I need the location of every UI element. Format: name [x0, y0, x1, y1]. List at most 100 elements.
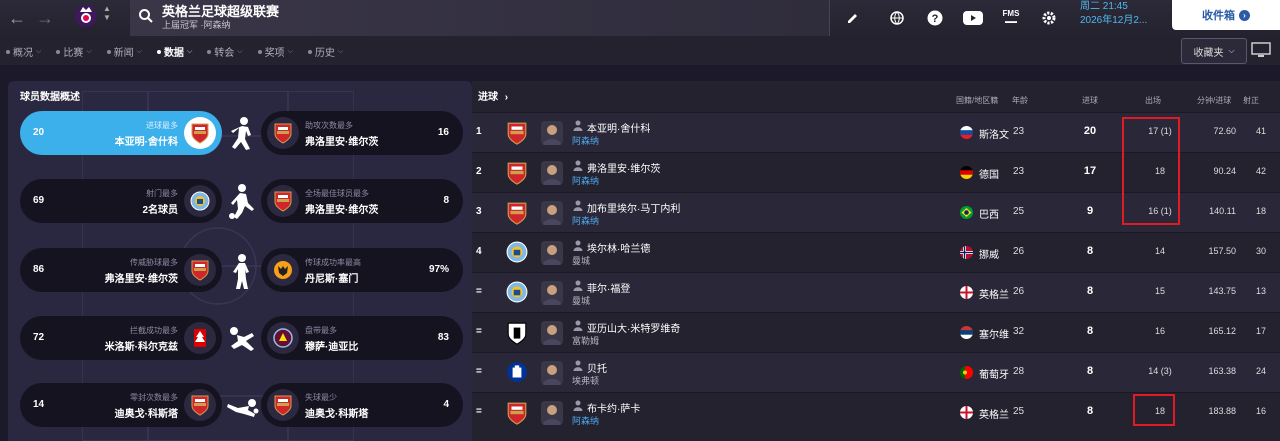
- scorers-title-label: 进球: [478, 92, 498, 103]
- player-club[interactable]: 曼城: [572, 294, 590, 307]
- player-name[interactable]: 贝托: [587, 360, 607, 375]
- table-row[interactable]: = 贝托 埃弗顿 葡萄牙 28 8 14 (3) 163.38 24: [472, 352, 1280, 392]
- stat-card-8[interactable]: 14 零封次数最多 迪奥戈·科斯塔: [20, 383, 222, 427]
- player-club[interactable]: 富勒姆: [572, 334, 599, 347]
- table-row[interactable]: = 亚历山大·米特罗维奇 富勒姆 塞尔维 32 8 16 165.12 17: [472, 312, 1280, 352]
- stat-card-3[interactable]: 8 全场最佳球员最多 弗洛里安·维尔茨: [261, 179, 463, 223]
- player-name[interactable]: 本亚明·舍什科: [587, 120, 650, 135]
- tab-dot-icon: [6, 49, 10, 54]
- arsenal-crest-icon[interactable]: [506, 161, 528, 185]
- header-apps[interactable]: 出场: [1145, 95, 1161, 106]
- nation[interactable]: 斯洛文: [979, 126, 1009, 141]
- arsenal-crest-icon: [184, 389, 216, 421]
- everton-crest-icon[interactable]: [506, 361, 528, 385]
- mancity-crest-icon[interactable]: [506, 241, 528, 265]
- tab-3[interactable]: 数据 ⌵: [156, 44, 192, 59]
- nation-flag-icon: [960, 406, 973, 419]
- stat-player-name: 米洛斯·科尔克兹: [104, 342, 178, 353]
- back-arrow-icon[interactable]: ←: [8, 9, 26, 27]
- chevron-down-icon: ⌵: [287, 47, 293, 55]
- arsenal-crest-icon[interactable]: [506, 201, 528, 225]
- player-club[interactable]: 埃弗顿: [572, 374, 599, 387]
- stat-card-4[interactable]: 86 传威胁球最多 弗洛里安·维尔茨: [20, 248, 222, 292]
- stat-value: 97%: [428, 264, 449, 275]
- tab-6[interactable]: 历史 ⌵: [307, 44, 343, 59]
- stat-card-6[interactable]: 72 拦截成功最多 米洛斯·科尔克兹: [20, 316, 222, 360]
- nation[interactable]: 英格兰: [979, 286, 1009, 301]
- nation[interactable]: 葡萄牙: [979, 366, 1009, 381]
- player-club[interactable]: 阿森纳: [572, 134, 599, 147]
- arsenal-crest-icon[interactable]: [506, 401, 528, 425]
- help-icon[interactable]: ?: [916, 0, 954, 36]
- nation[interactable]: 英格兰: [979, 406, 1009, 421]
- villa-crest-icon: [267, 322, 299, 354]
- player-name[interactable]: 菲尔·福登: [587, 280, 630, 295]
- nation[interactable]: 巴西: [979, 206, 999, 221]
- player-name[interactable]: 弗洛里安·维尔茨: [587, 160, 660, 175]
- fms-label: FMS: [1002, 9, 1020, 18]
- minutes-per-goal: 90.24: [1213, 166, 1236, 176]
- header-shots-on-target[interactable]: 射正: [1243, 95, 1259, 106]
- game-datetime[interactable]: 周二 21:45 2026年12月2...: [1080, 0, 1147, 28]
- table-row[interactable]: = 菲尔·福登 曼城 英格兰 26 8 15 143.75 13: [472, 272, 1280, 312]
- premier-league-logo[interactable]: [74, 2, 98, 30]
- nation[interactable]: 挪威: [979, 246, 999, 261]
- header-nation[interactable]: 国籍/地区籍: [956, 95, 998, 106]
- tab-1[interactable]: 比赛 ⌵: [56, 44, 92, 59]
- scorers-title[interactable]: 进球 ›: [478, 88, 508, 103]
- stat-label: 传威胁球最多: [130, 258, 178, 267]
- tab-2[interactable]: 新闻 ⌵: [106, 44, 142, 59]
- youtube-icon[interactable]: [954, 0, 992, 36]
- stat-card-5[interactable]: 97% 传球成功率最高 丹尼斯·塞门: [261, 248, 463, 292]
- player-club[interactable]: 曼城: [572, 254, 590, 267]
- arsenal-crest-icon[interactable]: [506, 121, 528, 145]
- fulham-crest-icon[interactable]: [506, 321, 528, 345]
- inbox-button[interactable]: 收件箱 ›: [1172, 0, 1280, 30]
- player-club[interactable]: 阿森纳: [572, 214, 599, 227]
- fms-icon[interactable]: FMS ▬▬: [992, 0, 1030, 36]
- search-icon[interactable]: [138, 8, 154, 24]
- person-icon: [573, 200, 583, 211]
- nation-flag-icon: [960, 246, 973, 259]
- tab-5[interactable]: 奖项 ⌵: [257, 44, 293, 59]
- shots-on-target: 42: [1255, 166, 1266, 176]
- player-name[interactable]: 埃尔林·哈兰德: [587, 240, 650, 255]
- forward-arrow-icon[interactable]: →: [36, 9, 54, 27]
- shots-on-target: 13: [1255, 286, 1266, 296]
- header-age[interactable]: 年龄: [1012, 95, 1028, 106]
- tab-0[interactable]: 概况 ⌵: [6, 44, 41, 59]
- player-club[interactable]: 阿森纳: [572, 174, 599, 187]
- tab-4[interactable]: 转会 ⌵: [207, 44, 243, 59]
- scoring-player-icon: [231, 117, 251, 150]
- edit-icon[interactable]: [840, 0, 866, 36]
- league-switch-icon[interactable]: ▲ ▼: [103, 4, 111, 22]
- nation[interactable]: 塞尔维: [979, 326, 1009, 341]
- globe-icon[interactable]: [878, 0, 916, 36]
- player-club[interactable]: 阿森纳: [572, 414, 599, 427]
- favorites-dropdown[interactable]: 收藏夹 ⌵: [1181, 38, 1247, 64]
- stat-label: 射门最多: [146, 189, 178, 198]
- stat-card-0[interactable]: 20 进球最多 本亚明·舍什科: [20, 111, 222, 155]
- player-name[interactable]: 亚历山大·米特罗维奇: [587, 320, 680, 335]
- settings-gear-icon[interactable]: [1030, 0, 1068, 36]
- shots-on-target: 30: [1255, 246, 1266, 256]
- rank: =: [476, 326, 482, 337]
- header-minutes-per-goal[interactable]: 分钟/进球: [1197, 95, 1231, 106]
- nation[interactable]: 德国: [979, 166, 999, 181]
- table-row[interactable]: 4 埃尔林·哈兰德 曼城 挪威 26 8 14 157.50 30: [472, 232, 1280, 272]
- stat-card-1[interactable]: 16 助攻次数最多 弗洛里安·维尔茨: [261, 111, 463, 155]
- goals: 8: [1086, 365, 1094, 377]
- player-name[interactable]: 布卡约·萨卡: [587, 400, 640, 415]
- stat-card-9[interactable]: 4 失球最少 迪奥戈·科斯塔: [261, 383, 463, 427]
- stat-card-7[interactable]: 83 盘带最多 穆萨·迪亚比: [261, 316, 463, 360]
- mancity-crest-icon[interactable]: [506, 281, 528, 305]
- arsenal-crest-icon: [267, 117, 299, 149]
- monitor-icon[interactable]: [1251, 42, 1271, 58]
- stat-player-name: 弗洛里安·维尔茨: [305, 205, 379, 216]
- tab-dot-icon: [207, 49, 212, 54]
- stat-card-2[interactable]: 69 射门最多 2名球员: [20, 179, 222, 223]
- header-goals[interactable]: 进球: [1082, 95, 1098, 106]
- player-name[interactable]: 加布里埃尔·马丁内利: [587, 200, 680, 215]
- stat-label: 全场最佳球员最多: [305, 189, 369, 198]
- tab-label: 转会: [214, 48, 235, 59]
